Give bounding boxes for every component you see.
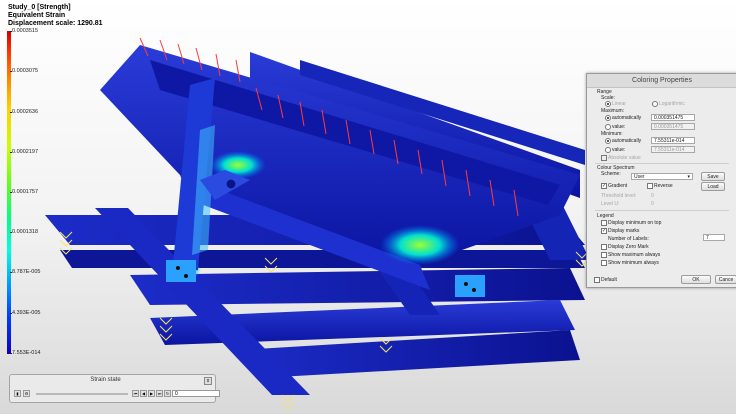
level-value[interactable]: 0 [651,201,654,207]
display-zero-checkbox[interactable] [601,244,607,250]
save-button[interactable]: Save [701,172,725,181]
display-marks-checkbox[interactable]: ✓ [601,228,607,234]
load-button[interactable]: Load [701,182,725,191]
display-marks-label: Display marks [608,228,640,234]
reverse-checkbox[interactable] [647,183,653,189]
bolt [472,288,476,292]
num-labels-field[interactable]: 7 [703,234,725,241]
show-max-label: Show maximum always [608,252,661,258]
bolt [184,274,188,278]
absolute-value-checkbox[interactable] [601,155,607,161]
strain-zone-2 [380,225,460,265]
threshold-value[interactable]: 0 [651,193,654,199]
dialog-title: Coloring Properties [587,74,736,88]
divider [595,210,729,211]
prev-frame-icon[interactable]: ◀ [140,390,147,397]
divider [595,163,729,164]
play-icon[interactable]: ▶ [148,390,155,397]
strain-state-title: Strain state [90,377,121,383]
close-icon[interactable]: x [204,377,212,385]
display-min-top-label: Display minimum on top [608,220,662,226]
chevron-down-icon: ▾ [687,174,690,180]
maximum-label: Maximum: [601,108,625,114]
min-auto-radio[interactable] [605,138,611,144]
display-zero-label: Display Zero Mark [608,244,649,250]
bolt [176,266,180,270]
max-value-label: value: [612,124,626,130]
linear-radio[interactable] [605,101,611,107]
cancel-button[interactable]: Cance [715,275,736,284]
threshold-label: Threshold level: [601,193,637,199]
ok-button[interactable]: OK [681,275,711,284]
max-auto-field[interactable]: 0.000351475 [651,114,695,121]
logarithmic-radio[interactable] [652,101,658,107]
display-min-top-checkbox[interactable] [601,220,607,226]
max-value-radio[interactable] [605,124,611,130]
scheme-value: User [634,174,645,180]
min-auto-field[interactable]: 7.55311e-014 [651,137,695,144]
min-value-label: value: [612,147,626,153]
level-label: Level U: [601,201,620,207]
settings-icon[interactable]: ⚙ [23,390,30,397]
show-min-checkbox[interactable] [601,260,607,266]
logarithmic-label: Logarithmic [659,101,685,107]
bolt [464,282,468,286]
show-min-label: Show minimum always [608,260,659,266]
default-label: Default [601,277,617,283]
show-max-checkbox[interactable] [601,252,607,258]
pivot-pin [225,178,237,190]
max-auto-label: automatically [612,115,642,121]
chart-icon[interactable]: ▮ [14,390,21,397]
min-value-field[interactable]: 7.55311e-014 [651,146,695,153]
gradient-label: Gradient [608,183,628,189]
strain-state-panel: Strain state x ▮ ⚙ ⏮ ◀ ▶ ⏭ ↻ 0 [9,374,220,403]
scheme-select[interactable]: User ▾ [631,173,693,180]
strain-slider[interactable] [36,393,128,395]
absolute-value-label: Absolute value [608,155,641,161]
default-checkbox[interactable] [594,277,600,283]
foot-plate-left [166,260,196,282]
minimum-label: Minimum: [601,131,623,137]
max-auto-radio[interactable] [605,115,611,121]
reverse-label: Reverse [654,183,673,189]
first-frame-icon[interactable]: ⏮ [132,390,139,397]
linear-label: Linear [612,101,626,107]
gradient-checkbox[interactable]: ✓ [601,183,607,189]
min-auto-label: automatically [612,138,642,144]
coloring-properties-dialog: Coloring Properties Range Scale: Linear … [586,73,736,288]
scheme-label: Scheme: [601,171,621,177]
min-value-radio[interactable] [605,147,611,153]
loop-icon[interactable]: ↻ [164,390,171,397]
strain-state-value[interactable]: 0 [172,390,220,397]
last-frame-icon[interactable]: ⏭ [156,390,163,397]
num-labels-label: Number of Labels: [608,236,649,242]
max-value-field[interactable]: 0.000351475 [651,123,695,130]
legend-group-label: Legend [597,213,614,219]
foot-plate-right [455,275,485,297]
